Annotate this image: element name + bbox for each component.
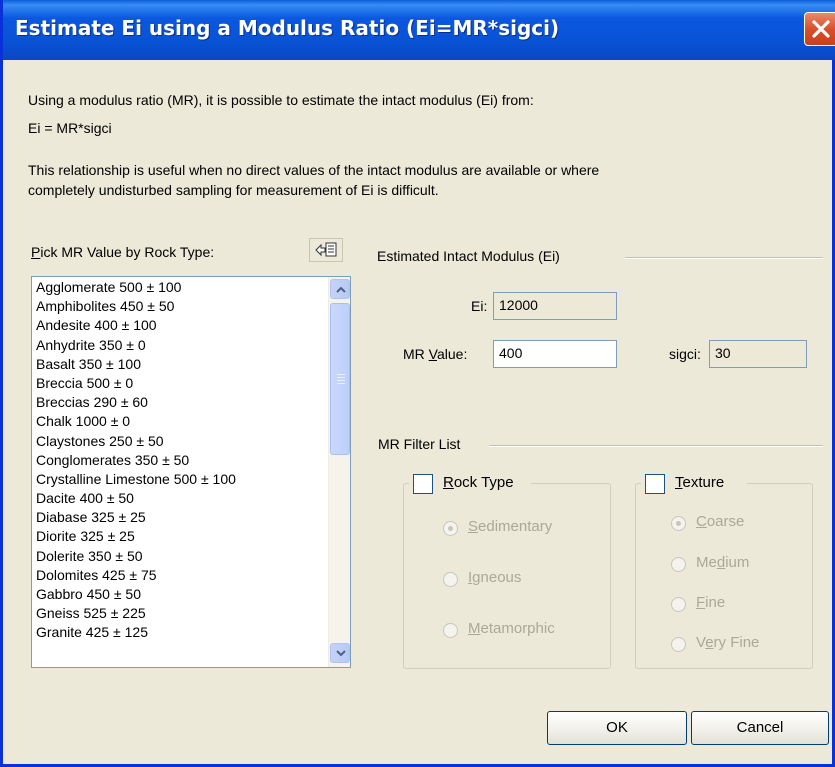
formula-text: Ei = MR*sigci — [28, 120, 112, 136]
coarse-mnemonic: C — [696, 513, 707, 530]
texture-label: Texture — [675, 474, 724, 491]
rock-type-mnemonic: R — [443, 474, 454, 491]
sedimentary-mnemonic: S — [468, 518, 479, 535]
scroll-down-button[interactable] — [330, 643, 350, 663]
dialog-window: Estimate Ei using a Modulus Ratio (Ei=MR… — [0, 0, 835, 767]
metamorphic-mnemonic: M — [468, 620, 481, 637]
metamorphic-text: etamorphic — [480, 620, 555, 637]
list-item[interactable]: Agglomerate 500 ± 100 — [32, 278, 328, 297]
very-fine-pre: V — [696, 634, 706, 651]
sigci-field: 30 — [709, 340, 807, 368]
close-button[interactable] — [804, 12, 835, 46]
sedimentary-text: edimentary — [478, 518, 553, 535]
list-item[interactable]: Dolerite 350 ± 50 — [32, 547, 328, 566]
radio-sedimentary[interactable] — [443, 521, 458, 536]
list-item[interactable]: Diorite 325 ± 25 — [32, 527, 328, 546]
rock-list-label-mnemonic: P — [31, 244, 41, 260]
radio-igneous[interactable] — [443, 572, 458, 587]
list-item[interactable]: Diabase 325 ± 25 — [32, 508, 328, 527]
medium-pre: Me — [696, 554, 717, 571]
copy-button[interactable] — [309, 238, 343, 262]
rock-list-label: Pick MR Value by Rock Type: — [31, 244, 214, 260]
description-line-1: This relationship is useful when no dire… — [28, 162, 600, 178]
mr-label-post: alue: — [436, 346, 468, 362]
filter-section-label: MR Filter List — [378, 436, 461, 452]
copy-to-clipboard-icon — [315, 242, 337, 257]
list-item[interactable]: Chalk 1000 ± 0 — [32, 412, 328, 431]
texture-mnemonic: T — [675, 474, 683, 491]
list-item[interactable]: Conglomerates 350 ± 50 — [32, 451, 328, 470]
radio-medium-label: Medium — [696, 554, 749, 571]
description-line-2: completely undisturbed sampling for meas… — [28, 182, 439, 198]
rock-type-list[interactable]: Agglomerate 500 ± 100 Amphibolites 450 ±… — [31, 276, 351, 668]
mr-label-mnemonic: V — [428, 346, 437, 362]
medium-mnemonic: d — [716, 554, 726, 571]
radio-very-fine[interactable] — [671, 637, 686, 652]
ei-label: Ei: — [471, 298, 488, 314]
radio-coarse[interactable] — [671, 516, 686, 531]
list-item[interactable]: Dacite 400 ± 50 — [32, 489, 328, 508]
section-divider — [625, 257, 823, 259]
estimate-section-label: Estimated Intact Modulus (Ei) — [377, 248, 560, 264]
radio-fine[interactable] — [671, 597, 686, 612]
medium-text: ium — [725, 554, 750, 571]
rock-type-checkbox[interactable]: Rock Type — [409, 472, 531, 496]
rock-type-text: ock Type — [453, 474, 514, 491]
intro-text: Using a modulus ratio (MR), it is possib… — [28, 92, 534, 108]
texture-check-box[interactable] — [645, 474, 665, 494]
rock-type-check-box[interactable] — [413, 474, 433, 494]
radio-metamorphic-label: Metamorphic — [468, 620, 555, 637]
list-item[interactable]: Granite 425 ± 125 — [32, 623, 328, 642]
scroll-thumb[interactable] — [330, 303, 350, 455]
mr-label-pre: MR — [403, 346, 429, 362]
list-item[interactable]: Andesite 400 ± 100 — [32, 316, 328, 335]
mr-value-label: MR Value: — [403, 346, 467, 362]
list-item[interactable]: Breccia 500 ± 0 — [32, 374, 328, 393]
scroll-up-button[interactable] — [330, 279, 350, 299]
radio-very-fine-label: Very Fine — [696, 634, 759, 651]
sigci-label: sigci: — [669, 346, 701, 362]
close-icon — [812, 20, 830, 38]
texture-checkbox[interactable]: Texture — [641, 472, 747, 496]
radio-coarse-label: Coarse — [696, 513, 744, 530]
coarse-text: oarse — [706, 513, 745, 530]
chevron-down-icon — [336, 650, 346, 657]
filter-divider — [489, 445, 823, 447]
title-bar[interactable]: Estimate Ei using a Modulus Ratio (Ei=MR… — [3, 0, 835, 60]
radio-sedimentary-label: Sedimentary — [468, 518, 552, 535]
ei-field: 12000 — [493, 292, 617, 320]
list-item[interactable]: Basalt 350 ± 100 — [32, 355, 328, 374]
list-item[interactable]: Gneiss 525 ± 225 — [32, 604, 328, 623]
texture-text: exture — [682, 474, 725, 491]
list-item[interactable]: Anhydrite 350 ± 0 — [32, 336, 328, 355]
list-item[interactable]: Amphibolites 450 ± 50 — [32, 297, 328, 316]
radio-medium[interactable] — [671, 557, 686, 572]
rock-type-label: Rock Type — [443, 474, 514, 491]
fine-mnemonic: F — [696, 594, 706, 611]
radio-metamorphic[interactable] — [443, 623, 458, 638]
list-item[interactable]: Breccias 290 ± 60 — [32, 393, 328, 412]
fine-text: ine — [705, 594, 726, 611]
radio-igneous-label: Igneous — [468, 569, 521, 586]
very-fine-text: ry Fine — [713, 634, 760, 651]
chevron-up-icon — [336, 286, 346, 293]
rock-list-label-text: ick MR Value by Rock Type: — [40, 244, 215, 260]
ok-button[interactable]: OK — [547, 711, 687, 745]
very-fine-mnemonic: e — [705, 634, 714, 651]
igneous-text: gneous — [472, 569, 522, 586]
window-title: Estimate Ei using a Modulus Ratio (Ei=MR… — [15, 16, 560, 40]
mr-value-input[interactable]: 400 — [493, 340, 617, 368]
list-item[interactable]: Crystalline Limestone 500 ± 100 — [32, 470, 328, 489]
radio-fine-label: Fine — [696, 594, 725, 611]
cancel-button[interactable]: Cancel — [691, 711, 829, 745]
list-item[interactable]: Dolomites 425 ± 75 — [32, 566, 328, 585]
list-scrollbar[interactable] — [328, 277, 350, 667]
list-item[interactable]: Gabbro 450 ± 50 — [32, 585, 328, 604]
list-item[interactable]: Claystones 250 ± 50 — [32, 432, 328, 451]
